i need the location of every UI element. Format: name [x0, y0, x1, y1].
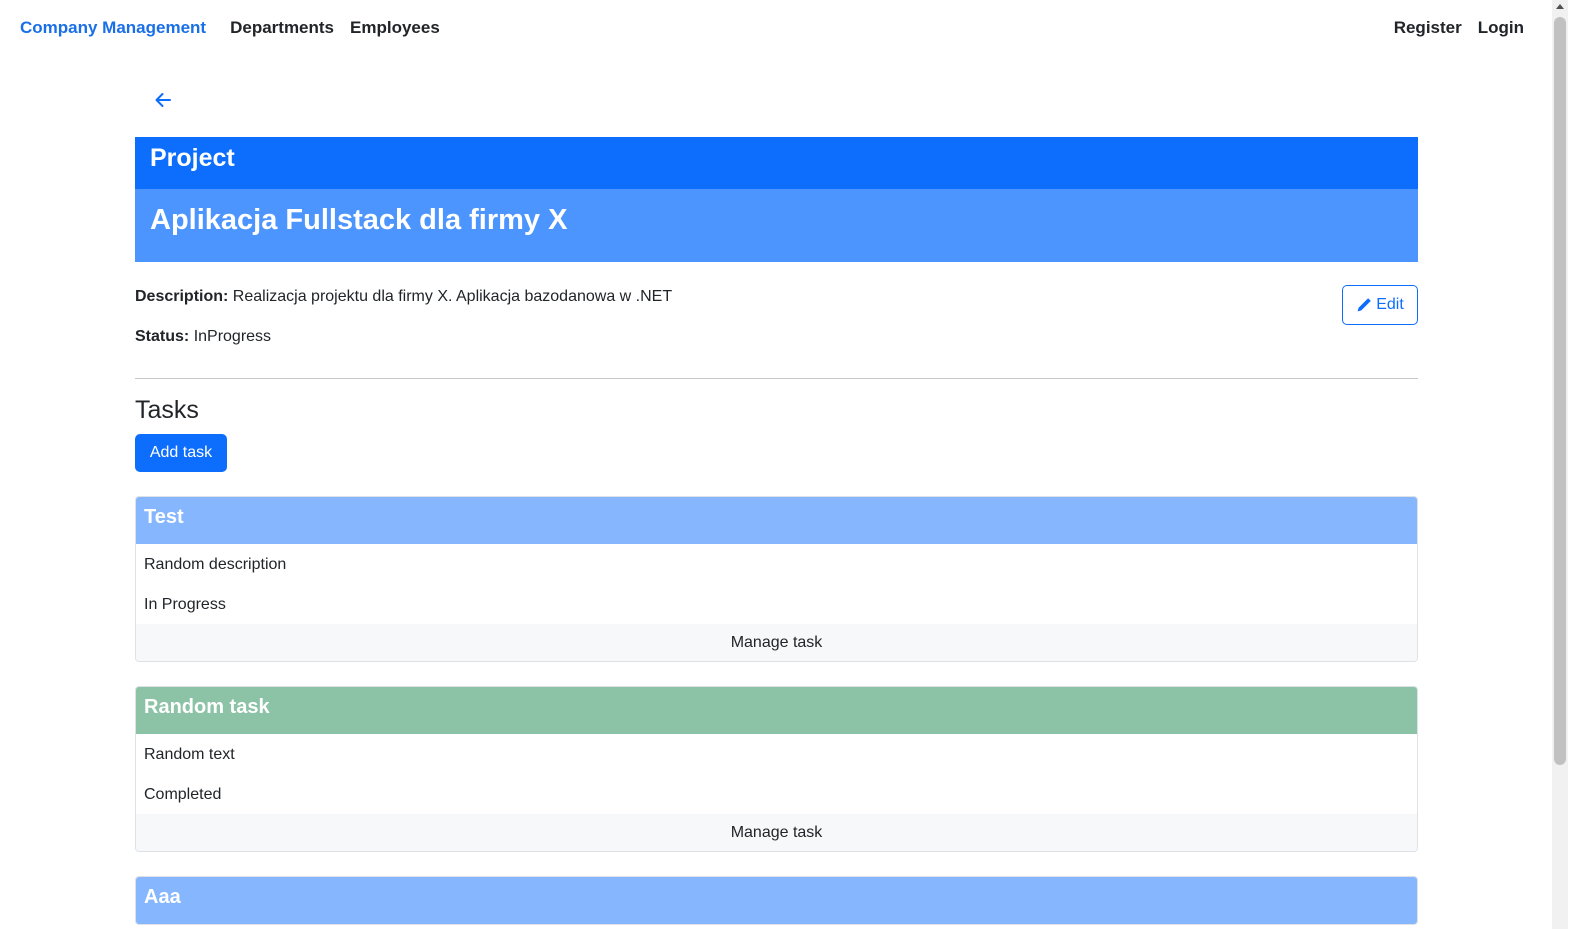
- task-status: Completed: [144, 786, 222, 803]
- status-value: InProgress: [193, 328, 272, 345]
- tasks-title: Tasks: [135, 396, 199, 424]
- arrow-left-icon: [155, 93, 171, 107]
- task-description: Random description: [144, 556, 287, 573]
- task-status: In Progress: [144, 596, 226, 613]
- scroll-up-icon[interactable]: [1556, 4, 1564, 9]
- project-info: Description: Realizacja projektu dla fir…: [135, 285, 1418, 348]
- brand-link[interactable]: Company Management: [20, 18, 206, 38]
- pencil-icon: [1357, 298, 1372, 312]
- task-body: Random text Completed: [136, 734, 1417, 806]
- edit-label: Edit: [1376, 296, 1404, 313]
- project-description: Description: Realizacja projektu dla fir…: [135, 286, 1418, 308]
- navbar: Company Management Departments Employees…: [0, 0, 1552, 56]
- project-name: Aplikacja Fullstack dla firmy X: [135, 189, 1418, 262]
- task-card: Aaa: [135, 876, 1418, 925]
- task-description: Random text: [144, 746, 235, 763]
- task-title: Test: [136, 497, 1417, 544]
- task-card: Random task Random text Completed Manage…: [135, 686, 1418, 852]
- nav-auth: Register Login: [1378, 18, 1532, 38]
- project-header: Project Aplikacja Fullstack dla firmy X: [135, 137, 1418, 262]
- edit-project-button[interactable]: Edit: [1342, 285, 1418, 325]
- description-label: Description:: [135, 288, 229, 305]
- page-scrollbar[interactable]: [1552, 0, 1568, 929]
- scroll-thumb[interactable]: [1554, 17, 1566, 765]
- project-status: Status: InProgress: [135, 326, 1418, 348]
- nav-departments[interactable]: Departments: [230, 18, 334, 38]
- add-task-button[interactable]: Add task: [135, 434, 227, 472]
- description-value: Realizacja projektu dla firmy X. Aplikac…: [232, 288, 673, 305]
- manage-task-button[interactable]: Manage task: [136, 624, 1417, 661]
- nav-employees[interactable]: Employees: [350, 18, 440, 38]
- task-card: Test Random description In Progress Mana…: [135, 496, 1418, 662]
- main-content: Project Aplikacja Fullstack dla firmy X …: [135, 78, 1418, 925]
- project-label: Project: [135, 137, 1418, 189]
- section-divider: [135, 378, 1418, 379]
- status-label: Status:: [135, 328, 190, 345]
- task-body: Random description In Progress: [136, 544, 1417, 616]
- manage-task-button[interactable]: Manage task: [136, 814, 1417, 851]
- login-link[interactable]: Login: [1478, 18, 1524, 38]
- task-title: Aaa: [136, 877, 1417, 924]
- back-button[interactable]: [143, 78, 183, 122]
- register-link[interactable]: Register: [1394, 18, 1462, 38]
- task-title: Random task: [136, 687, 1417, 734]
